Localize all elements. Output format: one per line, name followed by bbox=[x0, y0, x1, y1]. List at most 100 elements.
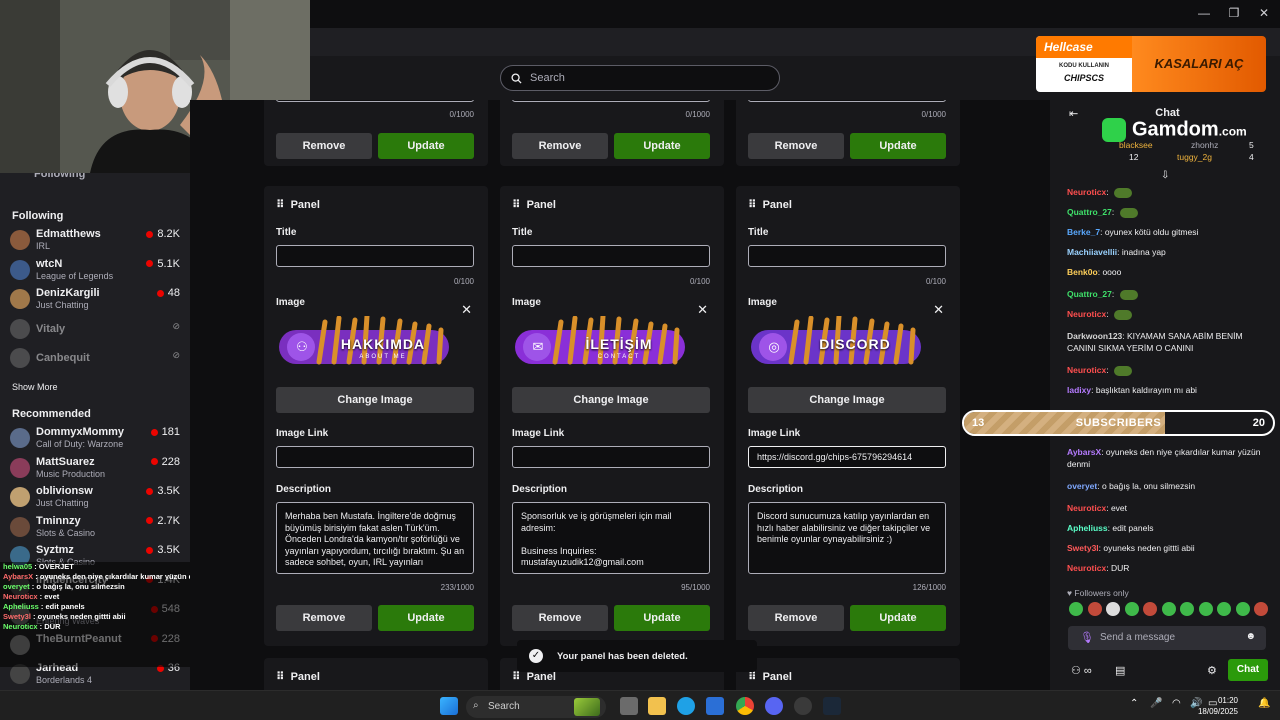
recommended-channel[interactable]: oblivionsw Just Chatting 3.5K bbox=[10, 485, 180, 513]
following-channel[interactable]: DenizKargili Just Chatting 48 bbox=[10, 287, 180, 315]
emote-icon[interactable] bbox=[1106, 602, 1120, 616]
drag-handle-icon[interactable]: ⠿ bbox=[276, 199, 285, 211]
chat-username[interactable]: Quattro_27 bbox=[1067, 207, 1112, 217]
emote-icon[interactable] bbox=[1124, 602, 1139, 616]
remove-button[interactable]: Remove bbox=[748, 605, 844, 631]
title-input[interactable] bbox=[748, 245, 946, 267]
recommended-channel[interactable]: MattSuarez Music Production 228 bbox=[10, 456, 180, 484]
taskbar-clock[interactable]: 01:20 18/09/2025 bbox=[1198, 695, 1238, 717]
emoji-icon[interactable]: ☻ bbox=[1245, 631, 1256, 642]
following-channel[interactable]: Canbequit ⊘ bbox=[10, 346, 180, 374]
points-icon[interactable]: ⚇ ∞ bbox=[1071, 664, 1092, 677]
microphone-tray-icon[interactable]: 🎤 bbox=[1150, 698, 1162, 709]
chat-username[interactable]: AybarsX bbox=[1067, 447, 1101, 457]
emote-icon[interactable] bbox=[1069, 602, 1083, 616]
description-field[interactable] bbox=[512, 100, 710, 102]
edge-icon[interactable] bbox=[677, 697, 695, 715]
task-view-icon[interactable] bbox=[620, 697, 638, 715]
recommended-channel[interactable]: DommyxMommy Call of Duty: Warzone 181 bbox=[10, 426, 180, 454]
emote-icon[interactable] bbox=[1198, 602, 1213, 616]
emote-icon[interactable] bbox=[1217, 602, 1231, 616]
chat-message-input[interactable]: 🎙 Send a message ☻ bbox=[1068, 626, 1266, 650]
recommended-channel[interactable]: Tminnzy Slots & Casino 2.7K bbox=[10, 515, 180, 543]
chat-username[interactable]: Neuroticx bbox=[1067, 187, 1106, 197]
show-more-link[interactable]: Show More bbox=[12, 382, 58, 392]
chat-username[interactable]: Neuroticx bbox=[1067, 503, 1106, 513]
title-input[interactable] bbox=[512, 245, 710, 267]
drag-handle-icon[interactable]: ⠿ bbox=[748, 671, 757, 683]
update-button[interactable]: Update bbox=[850, 605, 946, 631]
store-icon[interactable]: ▤ bbox=[1115, 664, 1125, 677]
steam-icon[interactable] bbox=[823, 697, 841, 715]
description-textarea[interactable]: Sponsorluk ve iş görüşmeleri için mail a… bbox=[512, 502, 710, 574]
emote-icon[interactable] bbox=[1143, 602, 1157, 616]
remove-image-icon[interactable]: ✕ bbox=[697, 302, 708, 318]
title-input[interactable] bbox=[276, 245, 474, 267]
chat-username[interactable]: Berke_7 bbox=[1067, 227, 1100, 237]
emote-icon[interactable] bbox=[1235, 602, 1250, 616]
chat-username[interactable]: Machiiavellii bbox=[1067, 247, 1117, 257]
description-textarea[interactable]: Merhaba ben Mustafa. İngiltere'de doğmuş… bbox=[276, 502, 474, 574]
search-input[interactable]: Search bbox=[500, 65, 780, 91]
store-icon[interactable] bbox=[706, 697, 724, 715]
remove-image-icon[interactable]: ✕ bbox=[933, 302, 944, 318]
restore-icon[interactable]: ❐ bbox=[1226, 6, 1242, 20]
chat-username[interactable]: Benk0o bbox=[1067, 267, 1098, 277]
remove-button[interactable]: Remove bbox=[276, 133, 372, 159]
windows-start-icon[interactable] bbox=[440, 697, 458, 715]
chat-username[interactable]: Quattro_27 bbox=[1067, 289, 1112, 299]
image-link-input[interactable] bbox=[276, 446, 474, 468]
remove-button[interactable]: Remove bbox=[512, 605, 608, 631]
image-link-input[interactable] bbox=[512, 446, 710, 468]
taskbar-search[interactable]: ⌕ Search bbox=[466, 696, 606, 718]
hellcase-ad[interactable]: Hellcase KODU KULLANIN CHIPSCS KASALARI … bbox=[1036, 36, 1266, 92]
pin-icon[interactable]: ⇩ bbox=[1161, 170, 1169, 181]
following-channel[interactable]: wtcN League of Legends 5.1K bbox=[10, 258, 180, 286]
drag-handle-icon[interactable]: ⠿ bbox=[748, 199, 757, 211]
microphone-icon[interactable]: 🎙 bbox=[1080, 631, 1094, 644]
change-image-button[interactable]: Change Image bbox=[748, 387, 946, 413]
settings-gear-icon[interactable]: ⚙ bbox=[1207, 664, 1217, 677]
chat-username[interactable]: Neuroticx bbox=[1067, 563, 1106, 573]
following-channel[interactable]: Edmatthews IRL 8.2K bbox=[10, 228, 180, 256]
drag-handle-icon[interactable]: ⠿ bbox=[512, 671, 521, 683]
obs-icon[interactable] bbox=[794, 697, 812, 715]
chat-username[interactable]: ladixy bbox=[1067, 385, 1091, 395]
wifi-icon[interactable]: ◠ bbox=[1172, 698, 1181, 709]
emote-icon[interactable] bbox=[1180, 602, 1194, 616]
chrome-icon[interactable] bbox=[736, 697, 754, 715]
emote-icon[interactable] bbox=[1254, 602, 1268, 616]
chat-username[interactable]: overyet bbox=[1067, 481, 1097, 491]
description-textarea[interactable]: Discord sunucumuza katılıp yayınlardan e… bbox=[748, 502, 946, 574]
discord-icon[interactable] bbox=[765, 697, 783, 715]
drag-handle-icon[interactable]: ⠿ bbox=[276, 671, 285, 683]
remove-image-icon[interactable]: ✕ bbox=[461, 302, 472, 318]
update-button[interactable]: Update bbox=[614, 605, 710, 631]
drag-handle-icon[interactable]: ⠿ bbox=[512, 199, 521, 211]
remove-button[interactable]: Remove bbox=[748, 133, 844, 159]
update-button[interactable]: Update bbox=[378, 133, 474, 159]
change-image-button[interactable]: Change Image bbox=[276, 387, 474, 413]
tray-chevron-icon[interactable]: ⌃ bbox=[1130, 698, 1138, 709]
remove-button[interactable]: Remove bbox=[276, 605, 372, 631]
update-button[interactable]: Update bbox=[378, 605, 474, 631]
chat-username[interactable]: Neuroticx bbox=[1067, 365, 1106, 375]
close-icon[interactable]: ✕ bbox=[1256, 6, 1272, 20]
update-button[interactable]: Update bbox=[614, 133, 710, 159]
file-explorer-icon[interactable] bbox=[648, 697, 666, 715]
following-channel[interactable]: Vitaly ⊘ bbox=[10, 317, 180, 345]
chat-username[interactable]: Apheliuss bbox=[1067, 523, 1108, 533]
minimize-icon[interactable]: — bbox=[1196, 6, 1212, 20]
emote-icon[interactable] bbox=[1087, 602, 1102, 616]
chat-username[interactable]: Swety3l bbox=[1067, 543, 1099, 553]
chat-username[interactable]: Darkwoon123 bbox=[1067, 331, 1122, 341]
chat-username[interactable]: Neuroticx bbox=[1067, 309, 1106, 319]
description-field[interactable] bbox=[276, 100, 474, 102]
emote-icon[interactable] bbox=[1161, 602, 1176, 616]
chat-send-button[interactable]: Chat bbox=[1228, 659, 1268, 681]
remove-button[interactable]: Remove bbox=[512, 133, 608, 159]
change-image-button[interactable]: Change Image bbox=[512, 387, 710, 413]
image-link-input[interactable]: https://discord.gg/chips-675796294614 bbox=[748, 446, 946, 468]
notifications-icon[interactable]: 🔔 bbox=[1258, 698, 1270, 709]
update-button[interactable]: Update bbox=[850, 133, 946, 159]
